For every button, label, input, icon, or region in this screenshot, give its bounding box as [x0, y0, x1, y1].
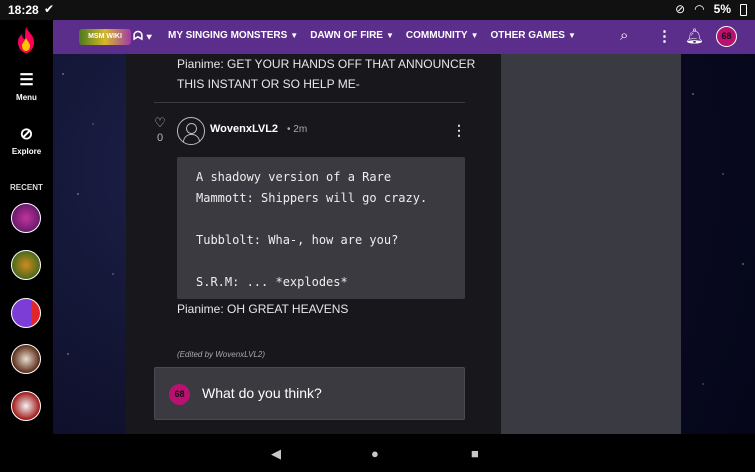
chevron-down-icon: ▼ — [470, 31, 479, 40]
nav-community[interactable]: COMMUNITY ▼ — [406, 30, 479, 41]
fandom-logo-icon[interactable] — [14, 26, 38, 54]
discussion-thread: Pianime: GET YOUR HANDS OFF THAT ANNOUNC… — [126, 54, 501, 434]
recent-wiki-avatar-3[interactable] — [11, 298, 41, 328]
edited-note: (Edited by WovenxLVL2) — [177, 350, 266, 359]
heart-icon[interactable]: ♡ — [153, 115, 167, 131]
explore-label: Explore — [11, 147, 42, 156]
previous-reply-text: Pianime: GET YOUR HANDS OFF THAT ANNOUNC… — [177, 57, 476, 91]
home-icon[interactable]: ● — [371, 446, 379, 461]
download-done-icon: ✔ — [44, 2, 55, 16]
right-side-panel — [501, 54, 681, 434]
status-time: 18:28 — [8, 3, 39, 17]
code-line: Tubblolt: Wha-, how are you? — [196, 233, 399, 247]
status-bar: 18:28 ✔ ⊘ ◠ 5% — [0, 0, 755, 20]
compose-avatar: 68 — [169, 384, 190, 405]
wiki-header: MSM WIKI ᗣ ▾ MY SINGING MONSTERS ▼ DAWN O… — [53, 20, 755, 54]
comment-username[interactable]: WovenxLVL2 — [210, 123, 278, 135]
wiki-logo[interactable]: MSM WIKI — [79, 29, 131, 45]
recent-wiki-avatar-1[interactable] — [11, 203, 41, 233]
battery-icon — [740, 4, 747, 16]
like-count: 0 — [156, 132, 164, 144]
code-line: S.R.M: ... *explodes* — [196, 275, 348, 289]
divider — [154, 102, 465, 103]
recent-wiki-avatar-5[interactable] — [11, 391, 41, 421]
wifi-icon: ◠ — [694, 2, 705, 16]
chevron-down-icon: ▼ — [385, 31, 394, 40]
recent-wiki-avatar-2[interactable] — [11, 250, 41, 280]
system-nav-bar: ◀ ● ■ — [0, 434, 755, 472]
wiki-nav: MY SINGING MONSTERS ▼ DAWN OF FIRE ▼ COMMU… — [168, 30, 576, 41]
recent-heading: RECENT — [10, 183, 43, 192]
nav-label: DAWN OF FIRE — [310, 30, 383, 41]
recent-wiki-avatar-4[interactable] — [11, 344, 41, 374]
explore-button[interactable]: ⊘ Explore — [0, 124, 53, 156]
comment-more-icon[interactable]: ⋮ — [452, 122, 466, 139]
comment-code-block: A shadowy version of a Rare Mammott: Shi… — [177, 157, 465, 299]
code-line: A shadowy version of a Rare — [196, 170, 392, 184]
comment-reply-text: Pianime: OH GREAT HEAVENS — [177, 302, 349, 316]
chevron-down-icon: ▼ — [567, 31, 576, 40]
compose-placeholder: What do you think? — [202, 385, 322, 401]
chevron-down-icon: ▼ — [290, 31, 299, 40]
notifications-bell-icon[interactable]: 🔔︎ — [685, 27, 704, 45]
search-icon[interactable]: ⌕ — [620, 27, 628, 44]
left-rail: ☰ Menu ⊘ Explore RECENT — [0, 20, 53, 434]
screen: { "status_bar": { "time": "18:28", "batt… — [0, 0, 755, 472]
nav-label: OTHER GAMES — [490, 30, 565, 41]
user-avatar[interactable]: 68 — [716, 26, 737, 47]
hamburger-icon: ☰ — [19, 72, 34, 89]
back-icon[interactable]: ◀ — [271, 446, 281, 462]
status-right-group: ⊘ ◠ 5% — [675, 2, 747, 16]
compass-icon: ⊘ — [19, 126, 34, 143]
nav-label: MY SINGING MONSTERS — [168, 30, 288, 41]
reply-compose-box[interactable]: 68 What do you think? — [154, 367, 465, 420]
nav-my-singing-monsters[interactable]: MY SINGING MONSTERS ▼ — [168, 30, 298, 41]
menu-label: Menu — [16, 93, 37, 102]
commenter-avatar-icon[interactable] — [177, 117, 205, 145]
dnd-icon: ⊘ — [675, 2, 686, 16]
recents-icon[interactable]: ■ — [471, 446, 479, 461]
more-vertical-icon[interactable]: ⋮ — [657, 27, 672, 45]
menu-button[interactable]: ☰ Menu — [0, 70, 53, 102]
comment-timestamp: • 2m — [287, 124, 308, 135]
nav-dawn-of-fire[interactable]: DAWN OF FIRE ▼ — [310, 30, 394, 41]
nav-other-games[interactable]: OTHER GAMES ▼ — [491, 30, 576, 41]
nav-label: COMMUNITY — [405, 30, 468, 41]
battery-level: 5% — [713, 2, 731, 16]
code-line: Mammott: Shippers will go crazy. — [196, 191, 428, 205]
wiki-dropdown-icon[interactable]: ᗣ ▾ — [133, 29, 152, 44]
